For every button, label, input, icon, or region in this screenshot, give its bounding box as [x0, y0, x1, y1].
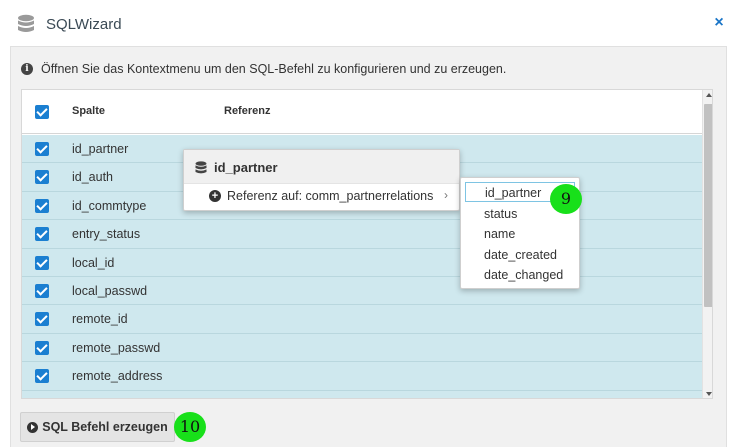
- row-checkbox[interactable]: [35, 227, 49, 242]
- wizard-panel: i Öffnen Sie das Kontextmenu um den SQL-…: [10, 46, 727, 447]
- step-badge-10: 10: [174, 412, 206, 442]
- context-menu-title: id_partner: [214, 160, 278, 175]
- scroll-up-arrow-icon[interactable]: [706, 93, 712, 97]
- grid-header: Spalte Referenz: [22, 90, 702, 134]
- submenu-item-date-changed[interactable]: date_changed: [465, 265, 575, 285]
- generate-sql-button[interactable]: SQL Befehl erzeugen: [20, 412, 175, 442]
- column-header-spalte[interactable]: Spalte: [72, 105, 105, 117]
- database-icon: [18, 14, 34, 32]
- menu-item-label: Referenz auf: comm_partnerrelations: [227, 189, 434, 203]
- generate-sql-label: SQL Befehl erzeugen: [42, 420, 168, 434]
- row-checkbox[interactable]: [35, 312, 49, 327]
- row-checkbox[interactable]: [35, 170, 49, 185]
- row-checkbox[interactable]: [35, 283, 49, 298]
- submenu-item-date-created[interactable]: date_created: [465, 245, 575, 265]
- table-row[interactable]: remote_address: [22, 362, 702, 391]
- play-icon: [27, 421, 39, 433]
- row-checkbox[interactable]: [35, 340, 49, 355]
- info-message: i Öffnen Sie das Kontextmenu um den SQL-…: [21, 62, 506, 76]
- column-header-referenz[interactable]: Referenz: [224, 105, 270, 117]
- context-menu: id_partner + Referenz auf: comm_partnerr…: [183, 149, 460, 211]
- table-row[interactable]: local_passwd: [22, 276, 702, 306]
- table-row[interactable]: allowed_incoming: [22, 390, 702, 399]
- row-checkbox[interactable]: [35, 198, 49, 213]
- window-title: SQLWizard: [46, 16, 122, 33]
- grid-scrollbar[interactable]: [702, 90, 712, 398]
- menu-item-referenz[interactable]: + Referenz auf: comm_partnerrelations ›: [184, 184, 459, 210]
- row-column-name: remote_id: [72, 312, 128, 327]
- select-all-checkbox[interactable]: [35, 105, 49, 119]
- scroll-thumb[interactable]: [704, 104, 712, 307]
- title-bar: SQLWizard ×: [0, 0, 737, 48]
- submenu-item-name[interactable]: name: [465, 224, 575, 244]
- row-column-name: id_commtype: [72, 198, 147, 213]
- row-column-name: remote_address: [72, 369, 163, 384]
- row-column-name: local_id: [72, 255, 115, 270]
- table-row[interactable]: remote_id: [22, 305, 702, 334]
- columns-grid: Spalte Referenz id_partner id_auth id_co…: [21, 89, 713, 399]
- info-icon: i: [21, 63, 33, 75]
- database-icon: [195, 161, 207, 174]
- row-checkbox[interactable]: [35, 369, 49, 384]
- row-column-name: allowed_incoming: [72, 398, 171, 399]
- chevron-right-icon: ›: [444, 188, 448, 202]
- row-checkbox[interactable]: [35, 142, 49, 156]
- row-column-name: id_partner: [72, 142, 129, 156]
- row-column-name: id_auth: [72, 170, 114, 185]
- row-checkbox[interactable]: [35, 255, 49, 270]
- table-row[interactable]: entry_status: [22, 220, 702, 249]
- row-column-name: entry_status: [72, 227, 141, 242]
- row-column-name: remote_passwd: [72, 340, 161, 355]
- info-text: Öffnen Sie das Kontextmenu um den SQL-Be…: [41, 62, 507, 76]
- step-badge-9: 9: [550, 184, 582, 214]
- row-column-name: local_passwd: [72, 283, 148, 298]
- close-icon[interactable]: ×: [712, 14, 726, 32]
- context-menu-header: id_partner: [184, 150, 459, 184]
- plus-icon: +: [209, 190, 221, 202]
- scroll-down-arrow-icon[interactable]: [706, 392, 712, 396]
- row-checkbox[interactable]: [35, 397, 49, 398]
- table-row[interactable]: remote_passwd: [22, 333, 702, 363]
- table-row[interactable]: local_id: [22, 248, 702, 277]
